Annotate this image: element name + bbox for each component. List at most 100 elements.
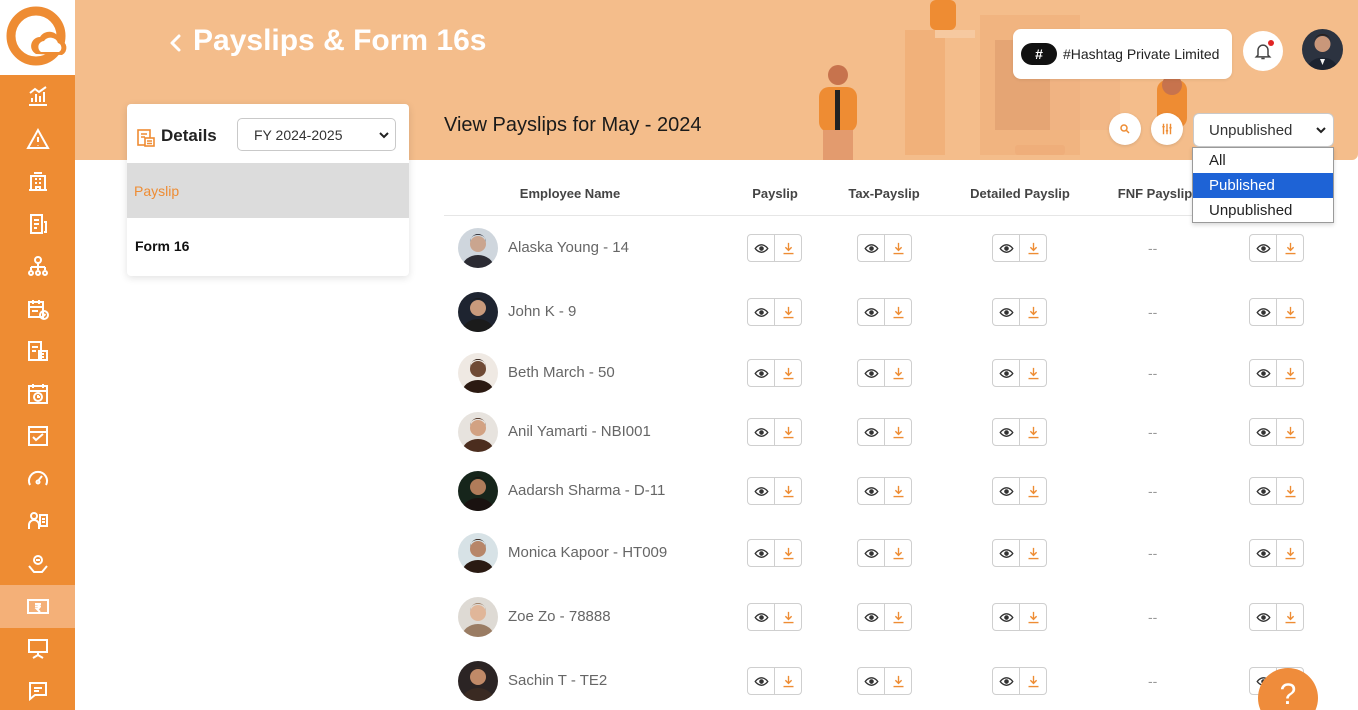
view-payslip-button[interactable] (748, 540, 775, 566)
download-tax-payslip-button[interactable] (885, 299, 911, 325)
sidebar-item-analytics[interactable] (0, 75, 75, 118)
search-button[interactable] (1109, 113, 1141, 145)
download-extra-button[interactable] (1277, 419, 1303, 445)
view-detailed-payslip-button[interactable] (993, 668, 1020, 694)
view-tax-payslip-button[interactable] (858, 299, 885, 325)
download-detailed-payslip-button[interactable] (1020, 478, 1046, 504)
employee-name[interactable]: Sachin T - TE2 (508, 672, 607, 689)
download-payslip-button[interactable] (775, 604, 801, 630)
download-payslip-button[interactable] (775, 299, 801, 325)
view-tax-payslip-button[interactable] (858, 478, 885, 504)
view-payslip-button[interactable] (748, 419, 775, 445)
view-extra-button[interactable] (1250, 478, 1277, 504)
employee-name[interactable]: Alaska Young - 14 (508, 239, 629, 256)
download-tax-payslip-button[interactable] (885, 668, 911, 694)
filter-button[interactable] (1151, 113, 1183, 145)
employee-name[interactable]: Zoe Zo - 78888 (508, 608, 611, 625)
view-extra-button[interactable] (1250, 360, 1277, 386)
view-tax-payslip-button[interactable] (858, 604, 885, 630)
download-payslip-button[interactable] (775, 235, 801, 261)
employee-name[interactable]: Beth March - 50 (508, 364, 615, 381)
financial-year-select[interactable]: FY 2024-2025 (237, 118, 396, 151)
download-extra-button[interactable] (1277, 235, 1303, 261)
download-detailed-payslip-button[interactable] (1020, 299, 1046, 325)
view-tax-payslip-button[interactable] (858, 419, 885, 445)
view-payslip-button[interactable] (748, 360, 775, 386)
download-payslip-button[interactable] (775, 540, 801, 566)
download-extra-button[interactable] (1277, 540, 1303, 566)
eye-icon (1255, 486, 1271, 496)
download-tax-payslip-button[interactable] (885, 360, 911, 386)
detailed-payslip-actions (992, 603, 1047, 631)
view-payslip-button[interactable] (748, 478, 775, 504)
view-payslip-button[interactable] (748, 668, 775, 694)
status-option-all[interactable]: All (1193, 148, 1333, 173)
download-detailed-payslip-button[interactable] (1020, 360, 1046, 386)
employee-name[interactable]: Aadarsh Sharma - D-11 (508, 482, 665, 499)
download-payslip-button[interactable] (775, 419, 801, 445)
view-payslip-button[interactable] (748, 299, 775, 325)
employee-name[interactable]: Anil Yamarti - NBI001 (508, 423, 651, 440)
view-extra-button[interactable] (1250, 419, 1277, 445)
download-extra-button[interactable] (1277, 299, 1303, 325)
download-tax-payslip-button[interactable] (885, 478, 911, 504)
view-extra-button[interactable] (1250, 540, 1277, 566)
view-detailed-payslip-button[interactable] (993, 604, 1020, 630)
download-extra-button[interactable] (1277, 478, 1303, 504)
download-payslip-button[interactable] (775, 478, 801, 504)
company-switcher[interactable]: # #Hashtag Private Limited (1013, 29, 1232, 79)
view-detailed-payslip-button[interactable] (993, 360, 1020, 386)
payslip-doc-icon (137, 129, 155, 147)
view-payslip-button[interactable] (748, 604, 775, 630)
view-extra-button[interactable] (1250, 235, 1277, 261)
back-button[interactable] (165, 30, 185, 56)
detailed-payslip-actions (992, 539, 1047, 567)
fnf-payslip-value: -- (1148, 424, 1158, 440)
notifications-button[interactable] (1243, 31, 1283, 71)
download-detailed-payslip-button[interactable] (1020, 419, 1046, 445)
tab-payslip[interactable]: Payslip (127, 163, 409, 218)
view-detailed-payslip-button[interactable] (993, 299, 1020, 325)
eye-icon (863, 368, 879, 378)
view-detailed-payslip-button[interactable] (993, 235, 1020, 261)
tax-payslip-actions (857, 539, 912, 567)
sidebar-item-organization[interactable] (0, 160, 75, 203)
column-header-fnf-payslip: FNF Payslip (1117, 186, 1193, 201)
employee-name[interactable]: John K - 9 (508, 303, 576, 320)
organization-icon (28, 172, 47, 192)
view-tax-payslip-button[interactable] (858, 360, 885, 386)
download-tax-payslip-button[interactable] (885, 235, 911, 261)
financial-year-value: FY 2024-2025 (254, 126, 343, 143)
view-extra-button[interactable] (1250, 604, 1277, 630)
employee-name[interactable]: Monica Kapoor - HT009 (508, 544, 667, 561)
download-tax-payslip-button[interactable] (885, 604, 911, 630)
view-detailed-payslip-button[interactable] (993, 540, 1020, 566)
download-tax-payslip-button[interactable] (885, 540, 911, 566)
download-payslip-button[interactable] (775, 668, 801, 694)
download-icon (1028, 547, 1038, 559)
fnf-payslip-value: -- (1148, 609, 1158, 625)
download-detailed-payslip-button[interactable] (1020, 604, 1046, 630)
view-detailed-payslip-button[interactable] (993, 478, 1020, 504)
status-filter-select[interactable]: Unpublished (1193, 113, 1334, 147)
app-logo[interactable] (0, 0, 75, 75)
view-tax-payslip-button[interactable] (858, 668, 885, 694)
view-extra-button[interactable] (1250, 299, 1277, 325)
sidebar-item-alerts[interactable] (0, 118, 75, 161)
download-payslip-button[interactable] (775, 360, 801, 386)
view-tax-payslip-button[interactable] (858, 540, 885, 566)
user-avatar[interactable] (1302, 29, 1343, 70)
download-detailed-payslip-button[interactable] (1020, 668, 1046, 694)
download-extra-button[interactable] (1277, 604, 1303, 630)
download-extra-button[interactable] (1277, 360, 1303, 386)
download-icon (783, 485, 793, 497)
employee-avatar (458, 353, 498, 393)
download-detailed-payslip-button[interactable] (1020, 540, 1046, 566)
view-payslip-button[interactable] (748, 235, 775, 261)
view-tax-payslip-button[interactable] (858, 235, 885, 261)
download-detailed-payslip-button[interactable] (1020, 235, 1046, 261)
status-option-unpublished[interactable]: Unpublished (1193, 198, 1333, 223)
status-option-published[interactable]: Published (1193, 173, 1333, 198)
download-tax-payslip-button[interactable] (885, 419, 911, 445)
view-detailed-payslip-button[interactable] (993, 419, 1020, 445)
